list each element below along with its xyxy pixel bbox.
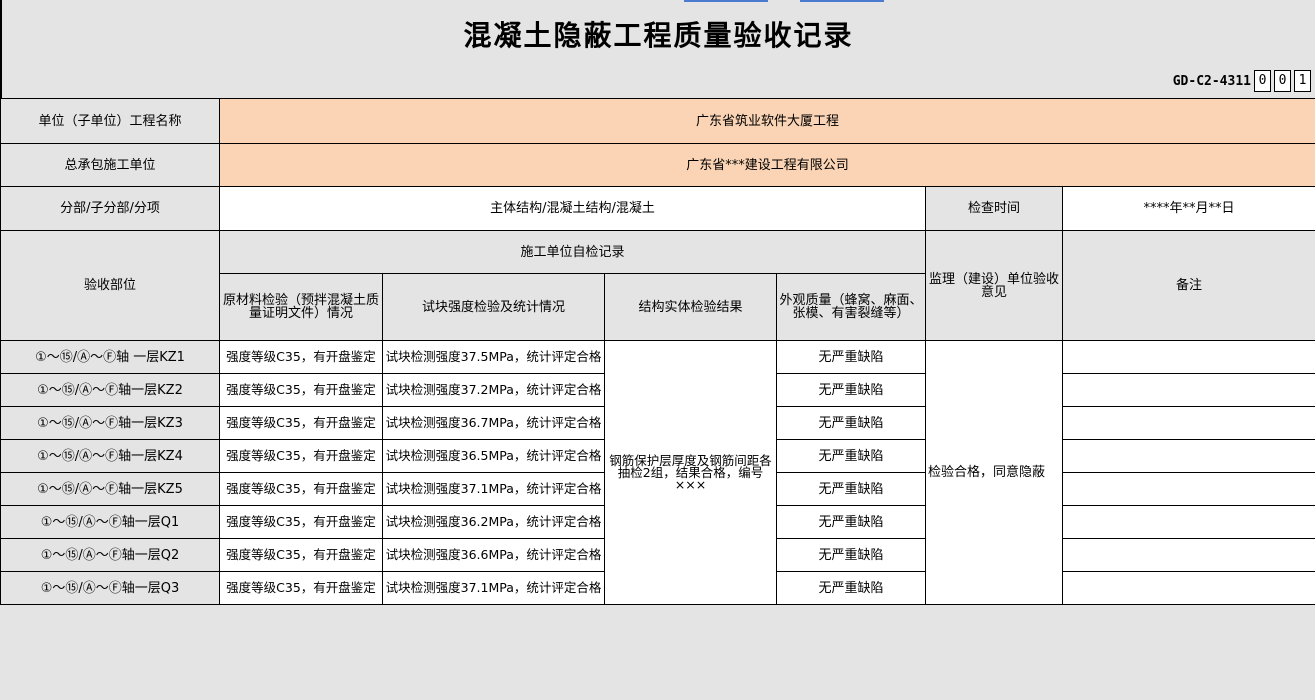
test-block-cell[interactable]: 试块检测强度37.5MPa，统计评定合格 xyxy=(382,340,605,374)
structure-result-cell[interactable]: 钢筋保护层厚度及钢筋间距各抽检2组，结果合格，编号××× xyxy=(604,340,777,605)
test-block-cell[interactable]: 试块检测强度37.1MPa，统计评定合格 xyxy=(382,571,605,605)
table-row: ①～⑮/Ⓐ～Ⓕ轴 一层KZ1 强度等级C35，有开盘鉴定 试块检测强度37.5MPa… xyxy=(0,340,1315,605)
appearance-cell[interactable]: 无严重缺陷 xyxy=(776,340,926,374)
raw-material-cell[interactable]: 强度等级C35，有开盘鉴定 xyxy=(219,373,383,407)
raw-material-header: 原材料检验（预拌混凝土质量证明文件）情况 xyxy=(219,273,383,341)
acceptance-part-cell[interactable]: ①～⑮/Ⓐ～Ⓕ轴一层Q3 xyxy=(0,571,220,605)
test-block-cell[interactable]: 试块检测强度36.5MPa，统计评定合格 xyxy=(382,439,605,473)
remark-cell[interactable] xyxy=(1061,472,1315,506)
tab-indicator xyxy=(800,0,884,2)
form-code: GD-C2-4311 0 0 1 xyxy=(1173,70,1311,92)
appearance-cell[interactable]: 无严重缺陷 xyxy=(776,406,926,440)
remarks-header: 备注 xyxy=(1061,230,1315,341)
raw-material-cell[interactable]: 强度等级C35，有开盘鉴定 xyxy=(219,538,383,572)
tab-indicator xyxy=(684,0,768,2)
remark-cell[interactable] xyxy=(1061,406,1315,440)
test-block-cell[interactable]: 试块检测强度36.7MPa，统计评定合格 xyxy=(382,406,605,440)
contractor-value[interactable]: 广东省***建设工程有限公司 xyxy=(218,143,1315,187)
form-header: 混凝土隐蔽工程质量验收记录 GD-C2-4311 0 0 1 xyxy=(0,0,1315,98)
raw-material-cell[interactable]: 强度等级C35，有开盘鉴定 xyxy=(219,505,383,539)
test-block-cell[interactable]: 试块检测强度37.2MPa，统计评定合格 xyxy=(382,373,605,407)
raw-material-cell[interactable]: 强度等级C35，有开盘鉴定 xyxy=(219,340,383,374)
remark-cell[interactable] xyxy=(1061,505,1315,539)
supervisor-opinion-cell[interactable]: 检验合格，同意隐蔽 xyxy=(925,340,1063,605)
code-digit-2[interactable]: 0 xyxy=(1274,70,1291,92)
structure-result-header: 结构实体检验结果 xyxy=(604,273,777,341)
acceptance-part-cell[interactable]: ①～⑮/Ⓐ～Ⓕ轴一层KZ3 xyxy=(0,406,220,440)
raw-material-cell[interactable]: 强度等级C35，有开盘鉴定 xyxy=(219,472,383,506)
form-code-label: GD-C2-4311 xyxy=(1172,73,1251,89)
acceptance-part-header: 验收部位 xyxy=(0,230,220,341)
acceptance-part-cell[interactable]: ①～⑮/Ⓐ～Ⓕ轴一层Q2 xyxy=(0,538,220,572)
remark-cell[interactable] xyxy=(1061,571,1315,605)
acceptance-part-cell[interactable]: ①～⑮/Ⓐ～Ⓕ轴一层KZ2 xyxy=(0,373,220,407)
remark-cell[interactable] xyxy=(1061,439,1315,473)
remark-cell[interactable] xyxy=(1061,340,1315,374)
appearance-cell[interactable]: 无严重缺陷 xyxy=(776,538,926,572)
form-title: 混凝土隐蔽工程质量验收记录 xyxy=(463,19,854,52)
test-block-cell[interactable]: 试块检测强度37.1MPa，统计评定合格 xyxy=(382,472,605,506)
division-label: 分部/子分部/分项 xyxy=(0,186,220,231)
code-digit-1[interactable]: 0 xyxy=(1254,70,1271,92)
appearance-cell[interactable]: 无严重缺陷 xyxy=(776,373,926,407)
supervisor-header: 监理（建设）单位验收意见 xyxy=(925,230,1063,341)
appearance-cell[interactable]: 无严重缺陷 xyxy=(776,571,926,605)
test-block-cell[interactable]: 试块检测强度36.6MPa，统计评定合格 xyxy=(382,538,605,572)
check-time-label: 检查时间 xyxy=(925,186,1063,231)
raw-material-cell[interactable]: 强度等级C35，有开盘鉴定 xyxy=(219,571,383,605)
test-block-header: 试块强度检验及统计情况 xyxy=(382,273,605,341)
project-name-label: 单位（子单位）工程名称 xyxy=(0,98,220,144)
remark-cell[interactable] xyxy=(1061,538,1315,572)
acceptance-part-cell[interactable]: ①～⑮/Ⓐ～Ⓕ轴一层KZ4 xyxy=(0,439,220,473)
division-value[interactable]: 主体结构/混凝土结构/混凝土 xyxy=(219,186,926,231)
acceptance-table: 单位（子单位）工程名称 广东省筑业软件大厦工程 总承包施工单位 广东省***建设… xyxy=(0,98,1315,605)
acceptance-part-cell[interactable]: ①～⑮/Ⓐ～Ⓕ轴 一层KZ1 xyxy=(0,340,220,374)
appearance-header: 外观质量（蜂窝、麻面、张模、有害裂缝等） xyxy=(776,273,926,341)
raw-material-cell[interactable]: 强度等级C35，有开盘鉴定 xyxy=(219,406,383,440)
check-time-value[interactable]: ****年**月**日 xyxy=(1061,186,1315,231)
raw-material-cell[interactable]: 强度等级C35，有开盘鉴定 xyxy=(219,439,383,473)
appearance-cell[interactable]: 无严重缺陷 xyxy=(776,505,926,539)
code-digit-3[interactable]: 1 xyxy=(1294,70,1311,92)
test-block-cell[interactable]: 试块检测强度36.2MPa，统计评定合格 xyxy=(382,505,605,539)
remark-cell[interactable] xyxy=(1061,373,1315,407)
acceptance-part-cell[interactable]: ①～⑮/Ⓐ～Ⓕ轴一层KZ5 xyxy=(0,472,220,506)
acceptance-part-cell[interactable]: ①～⑮/Ⓐ～Ⓕ轴一层Q1 xyxy=(0,505,220,539)
appearance-cell[interactable]: 无严重缺陷 xyxy=(776,472,926,506)
appearance-cell[interactable]: 无严重缺陷 xyxy=(776,439,926,473)
contractor-label: 总承包施工单位 xyxy=(0,143,220,187)
self-check-header: 施工单位自检记录 xyxy=(219,230,926,274)
project-name-value[interactable]: 广东省筑业软件大厦工程 xyxy=(218,98,1315,144)
